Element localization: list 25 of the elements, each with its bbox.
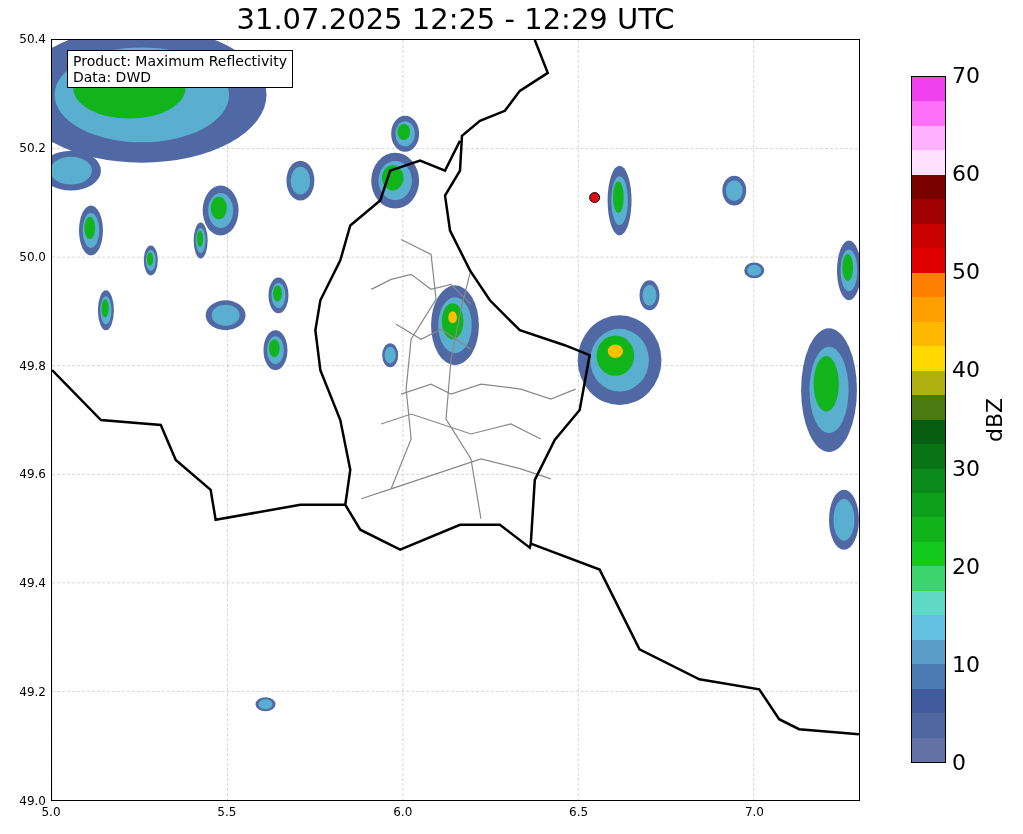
colorbar-tick-label: 40 — [952, 357, 980, 384]
axis-tick-label: 7.0 — [744, 805, 764, 819]
colorbar-tick-label: 30 — [952, 455, 980, 482]
axis-tick-label: 49.4 — [19, 576, 46, 591]
colorbar-tick-label: 50 — [952, 259, 980, 286]
chart-title: 31.07.2025 12:25 - 12:29 UTC — [235, 1, 676, 38]
axis-tick-label: 6.5 — [569, 805, 589, 819]
axis-tick-label: 49.6 — [19, 467, 46, 482]
colorbar-tick-label: 20 — [952, 553, 980, 580]
axis-tick-label: 50.4 — [19, 32, 46, 46]
axis-tick-label: 49.8 — [19, 358, 46, 373]
axis-tick-label: 5.5 — [217, 805, 237, 819]
colorbar-tick-label: 60 — [952, 161, 980, 188]
colorbar-tick-label: 0 — [952, 750, 967, 776]
axis-tick-label: 50.2 — [19, 140, 46, 155]
info-text: Product: Maximum Reflectivity — [73, 53, 287, 69]
colorbar-tick-label: 10 — [952, 651, 980, 678]
colorbar-tick-label: 70 — [952, 63, 980, 89]
axis-tick-label: 6.0 — [393, 805, 413, 819]
axis-tick-label: 49.2 — [19, 685, 46, 700]
colorbar-label: dBZ — [982, 397, 1008, 442]
axis-tick-label: 5.0 — [41, 805, 61, 819]
axis-tick-label: 49.0 — [19, 793, 46, 808]
info-text: Data: DWD — [73, 69, 152, 85]
axis-tick-label: 50.0 — [19, 249, 46, 264]
